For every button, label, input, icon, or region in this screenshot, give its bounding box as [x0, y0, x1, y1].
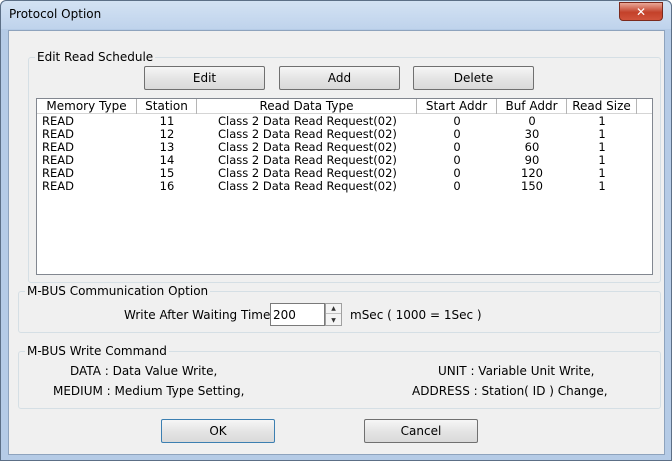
wait-time-label: Write After Waiting Time : [124, 308, 279, 322]
station-cell: 16 [159, 179, 175, 193]
title-bar: Protocol Option ✕ [1, 1, 671, 29]
wait-time-unit: mSec ( 1000 = 1Sec ) [350, 308, 482, 322]
communication-option-label: M-BUS Communication Option [25, 284, 211, 298]
column-header-station[interactable]: Station [137, 99, 197, 114]
read-size-cell: 1 [598, 179, 606, 193]
start-addr-cell: 0 [453, 179, 461, 193]
ok-button[interactable]: OK [161, 419, 275, 443]
wait-time-spinner[interactable]: ▲ ▼ [325, 303, 342, 326]
arrow-down-icon: ▼ [331, 316, 336, 324]
address-command-text: ADDRESS : Station( ID ) Change, [412, 384, 608, 398]
edit-read-schedule-label: Edit Read Schedule [35, 50, 156, 64]
spin-down-button[interactable]: ▼ [326, 315, 341, 325]
medium-command-text: MEDIUM : Medium Type Setting, [53, 384, 245, 398]
column-header-read-data-type[interactable]: Read Data Type [197, 99, 417, 114]
column-header-memory-type[interactable]: Memory Type [37, 99, 137, 114]
data-command-text: DATA : Data Value Write, [70, 364, 218, 378]
delete-button[interactable]: Delete [413, 66, 534, 90]
close-icon: ✕ [635, 4, 647, 19]
dialog-body: Edit Read Schedule Edit Add Delete Memor… [8, 30, 665, 455]
write-command-label: M-BUS Write Command [25, 344, 169, 358]
unit-command-text: UNIT : Variable Unit Write, [438, 364, 595, 378]
column-header-read-size[interactable]: Read Size [567, 99, 637, 114]
column-header-buf-addr[interactable]: Buf Addr [497, 99, 567, 114]
arrow-up-icon: ▲ [331, 305, 336, 312]
wait-time-input[interactable] [270, 303, 325, 326]
table-row[interactable]: READ 16 Class 2 Data Read Request(02) 0 … [37, 180, 652, 193]
buf-addr-cell: 150 [521, 179, 543, 193]
write-command-group: M-BUS Write Command [18, 344, 661, 409]
close-button[interactable]: ✕ [619, 2, 663, 21]
cancel-button[interactable]: Cancel [364, 419, 478, 443]
list-header: Memory Type Station Read Data Type Start… [37, 99, 652, 114]
read-data-type-cell: Class 2 Data Read Request(02) [218, 179, 397, 193]
edit-button[interactable]: Edit [144, 66, 265, 90]
window-title: Protocol Option [9, 7, 102, 21]
column-header-start-addr[interactable]: Start Addr [417, 99, 497, 114]
spin-up-button[interactable]: ▲ [326, 304, 341, 314]
memory-type-cell: READ [42, 179, 74, 193]
read-schedule-list[interactable]: Memory Type Station Read Data Type Start… [36, 98, 653, 275]
add-button[interactable]: Add [279, 66, 400, 90]
dialog-window: Protocol Option ✕ Edit Read Schedule Edi… [0, 0, 672, 461]
